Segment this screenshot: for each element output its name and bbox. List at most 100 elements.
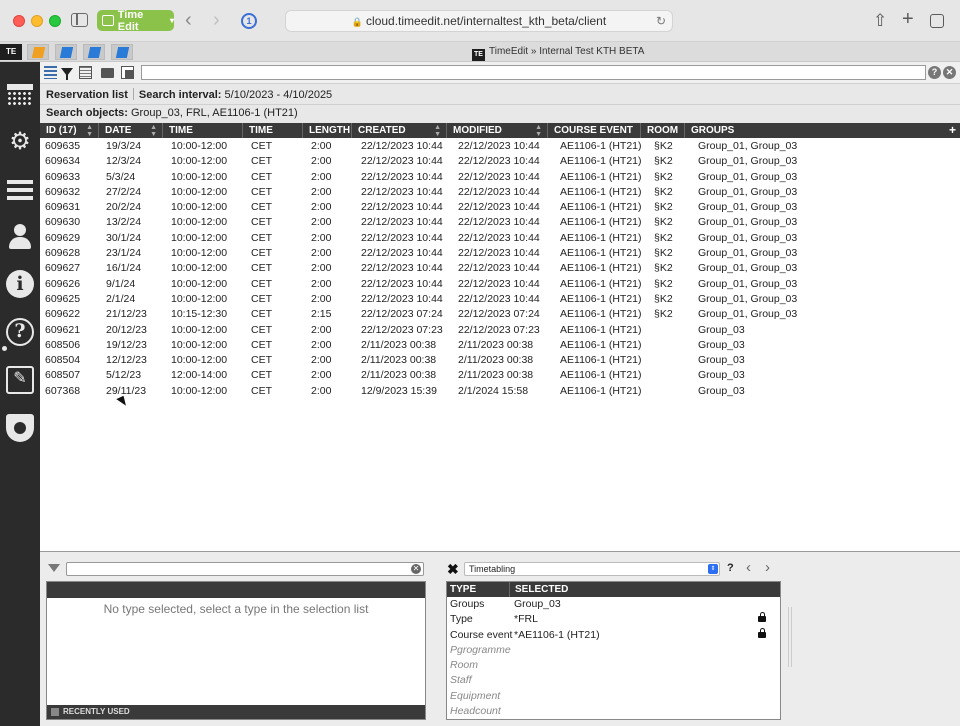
table-row[interactable]: 609621 20/12/23 10:00-12:00 CET 2:00 22/12/20… bbox=[40, 323, 960, 338]
list-search-input[interactable] bbox=[141, 65, 926, 80]
tab-overview-icon[interactable] bbox=[930, 14, 944, 28]
mail-icon[interactable] bbox=[101, 68, 114, 78]
table-cell: 2:00 bbox=[311, 354, 332, 367]
panel-splitter[interactable] bbox=[788, 607, 792, 667]
table-cell: 2:00 bbox=[311, 369, 332, 382]
table-row[interactable]: 609631 20/2/24 10:00-12:00 CET 2:00 22/12/202… bbox=[40, 200, 960, 215]
calendar-icon[interactable] bbox=[6, 80, 34, 108]
maximize-window-button[interactable] bbox=[49, 15, 61, 27]
forward-button[interactable]: › bbox=[213, 9, 220, 32]
info-icon[interactable]: i bbox=[6, 270, 34, 298]
selection-row[interactable]: Type *FRL bbox=[447, 612, 780, 627]
pinned-tab-3[interactable] bbox=[55, 44, 77, 60]
table-row[interactable]: 608504 12/12/23 10:00-12:00 CET 2:00 2/11/202… bbox=[40, 353, 960, 368]
sort-icon: ▲ ▼ bbox=[86, 124, 93, 138]
table-row[interactable]: 609632 27/2/24 10:00-12:00 CET 2:00 22/12/202… bbox=[40, 185, 960, 200]
lock-icon[interactable] bbox=[758, 612, 766, 623]
list-view-icon[interactable] bbox=[44, 66, 57, 79]
filter-icon[interactable] bbox=[61, 68, 73, 80]
reload-icon[interactable]: ↻ bbox=[656, 11, 666, 31]
pinned-tab-timeedit[interactable]: TE bbox=[0, 44, 22, 60]
close-icon[interactable]: ✖ bbox=[447, 561, 459, 578]
sidebar-toggle-icon[interactable] bbox=[71, 13, 88, 27]
new-tab-button[interactable]: + bbox=[902, 8, 914, 31]
table-row[interactable]: 609628 23/1/24 10:00-12:00 CET 2:00 22/12/202… bbox=[40, 246, 960, 261]
table-cell: AE1106-1 (HT21) bbox=[560, 140, 642, 152]
column-header-modified[interactable]: MODIFIED ▲ ▼ bbox=[447, 123, 548, 138]
table-row[interactable]: 609635 19/3/24 10:00-12:00 CET 2:00 22/12/202… bbox=[40, 139, 960, 154]
table-row[interactable]: 609622 21/12/23 10:15-12:30 CET 2:15 22/12/20… bbox=[40, 307, 960, 322]
help-icon[interactable]: ? bbox=[727, 562, 734, 574]
selection-row[interactable]: Equipment bbox=[447, 689, 780, 704]
dropdown-arrows-icon[interactable]: ⇕ bbox=[708, 564, 718, 574]
column-header-course-event[interactable]: COURSE EVENT bbox=[548, 123, 641, 138]
column-header-length[interactable]: LENGTH bbox=[303, 123, 352, 138]
pinned-tab-5[interactable] bbox=[111, 44, 133, 60]
selection-type: Room bbox=[450, 659, 479, 672]
selection-row[interactable]: Course event *AE1106-1 (HT21) bbox=[447, 627, 780, 643]
share-icon[interactable]: ⇧ bbox=[873, 11, 887, 31]
selection-type: Type bbox=[450, 613, 473, 626]
help-icon[interactable]: ? bbox=[6, 318, 34, 346]
selection-row[interactable]: Room bbox=[447, 658, 780, 673]
column-header-created[interactable]: CREATED ▲ ▼ bbox=[352, 123, 447, 138]
column-header-time[interactable]: TIME bbox=[163, 123, 243, 138]
table-row[interactable]: 609629 30/1/24 10:00-12:00 CET 2:00 22/12/202… bbox=[40, 231, 960, 246]
selection-mode-dropdown[interactable]: Timetabling ⇕ bbox=[464, 562, 720, 576]
table-row[interactable]: 609630 13/2/24 10:00-12:00 CET 2:00 22/12/202… bbox=[40, 215, 960, 230]
selection-row[interactable]: Groups Group_03 bbox=[447, 597, 780, 612]
table-cell: 2:00 bbox=[311, 231, 332, 244]
help-icon[interactable]: ? bbox=[928, 66, 941, 79]
lock-icon[interactable] bbox=[758, 627, 766, 638]
pinned-tab-2[interactable] bbox=[27, 44, 49, 60]
table-row[interactable]: 609633 5/3/24 10:00-12:00 CET 2:00 22/12/2023… bbox=[40, 170, 960, 185]
gears-icon[interactable]: ⚙ bbox=[6, 128, 34, 156]
minimize-window-button[interactable] bbox=[31, 15, 43, 27]
copy-icon[interactable] bbox=[121, 66, 134, 79]
search-interval-label: Search interval: bbox=[138, 89, 222, 101]
table-cell: §K2 bbox=[654, 231, 673, 244]
back-button[interactable]: ‹ bbox=[185, 9, 192, 32]
close-icon[interactable]: ✕ bbox=[943, 66, 956, 79]
table-row[interactable]: 608507 5/12/23 12:00-14:00 CET 2:00 2/11/2023… bbox=[40, 368, 960, 383]
column-header-date[interactable]: DATE ▲ ▼ bbox=[99, 123, 163, 138]
recently-used-bar[interactable]: RECENTLY USED bbox=[47, 705, 425, 719]
table-row[interactable]: 609626 9/1/24 10:00-12:00 CET 2:00 22/12/2023… bbox=[40, 277, 960, 292]
table-row[interactable]: 609627 16/1/24 10:00-12:00 CET 2:00 22/12/202… bbox=[40, 261, 960, 276]
column-header-timezone[interactable]: TIME ZONE bbox=[243, 123, 303, 151]
columns-icon[interactable] bbox=[79, 66, 92, 79]
filter-icon[interactable] bbox=[48, 564, 60, 572]
table-cell: 27/2/24 bbox=[106, 185, 142, 198]
password-manager-icon[interactable]: 1 bbox=[241, 13, 257, 29]
tab-group-button[interactable]: Time Edit ▾ bbox=[97, 9, 174, 33]
table-row[interactable]: 608506 19/12/23 10:00-12:00 CET 2:00 2/11/202… bbox=[40, 338, 960, 353]
selection-row[interactable]: Staff bbox=[447, 673, 780, 688]
checkbox-icon[interactable] bbox=[51, 708, 59, 716]
column-header-groups[interactable]: GROUPS bbox=[685, 123, 940, 138]
previous-icon[interactable]: ‹ bbox=[746, 559, 751, 576]
shield-icon[interactable] bbox=[6, 414, 34, 442]
app-icon bbox=[31, 47, 46, 58]
pinned-tab-4[interactable] bbox=[83, 44, 105, 60]
user-icon[interactable] bbox=[6, 222, 34, 250]
table-row[interactable]: 607368 29/11/23 10:00-12:00 CET 2:00 12/9/202… bbox=[40, 384, 960, 399]
selection-row[interactable]: Headcount bbox=[447, 704, 780, 719]
table-cell: §K2 bbox=[654, 170, 673, 183]
next-icon[interactable]: › bbox=[765, 559, 770, 576]
column-header-id[interactable]: ID (17) ▲ ▼ bbox=[40, 123, 99, 138]
table-cell: Group_01, Group_03 bbox=[698, 216, 798, 229]
add-column-button[interactable]: + bbox=[949, 123, 956, 137]
address-bar[interactable]: 🔒 cloud.timeedit.net/internaltest_kth_bet… bbox=[285, 10, 673, 32]
table-cell: 22/12/2023 10:44 bbox=[458, 262, 540, 275]
selection-row[interactable]: Pgrogramme bbox=[447, 643, 780, 658]
edit-icon[interactable]: ✎ bbox=[6, 366, 34, 394]
table-cell: 22/12/2023 10:44 bbox=[361, 140, 443, 152]
active-tab-title[interactable]: TE TimeEdit » Internal Test KTH BETA bbox=[472, 46, 644, 61]
table-row[interactable]: 609625 2/1/24 10:00-12:00 CET 2:00 22/12/2023… bbox=[40, 292, 960, 307]
close-window-button[interactable] bbox=[13, 15, 25, 27]
list-icon[interactable] bbox=[6, 176, 34, 204]
table-row[interactable]: 609634 12/3/24 10:00-12:00 CET 2:00 22/12/202… bbox=[40, 154, 960, 169]
clear-icon[interactable]: ✕ bbox=[411, 564, 421, 574]
type-search-input[interactable]: ✕ bbox=[66, 562, 424, 576]
column-header-room[interactable]: ROOM bbox=[641, 123, 685, 138]
